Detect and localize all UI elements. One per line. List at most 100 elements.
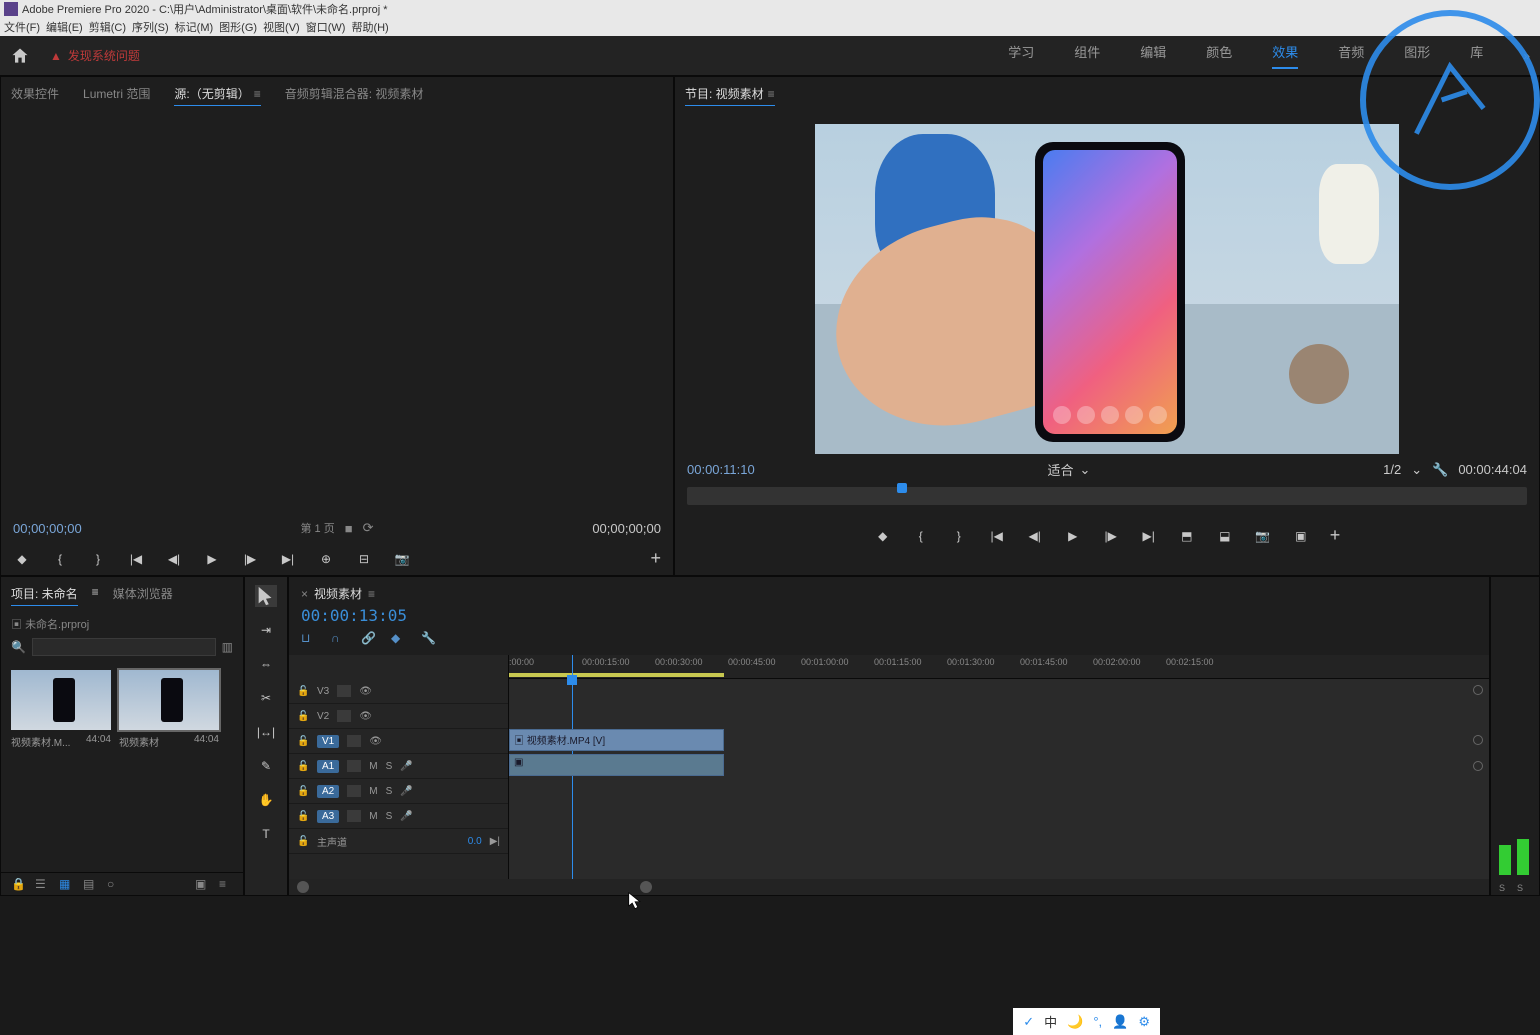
- panel-menu-icon[interactable]: ≡: [92, 585, 99, 606]
- add-marker-icon[interactable]: ◆: [13, 550, 31, 568]
- voiceover-icon[interactable]: 🎤: [400, 761, 412, 772]
- lock-icon[interactable]: 🔓: [297, 811, 309, 822]
- mark-out-icon[interactable]: }: [89, 550, 107, 568]
- toggle-output-icon[interactable]: [337, 685, 351, 697]
- solo-button[interactable]: S: [386, 786, 393, 797]
- settings-icon[interactable]: ≡: [219, 877, 233, 891]
- zoom-slider-icon[interactable]: ○: [107, 877, 121, 891]
- solo-indicator[interactable]: S: [1499, 883, 1505, 893]
- source-timecode-in[interactable]: 00;00;00;00: [13, 521, 82, 536]
- playhead-icon[interactable]: [897, 483, 907, 493]
- freeform-view-icon[interactable]: ▤: [83, 877, 97, 891]
- mute-button[interactable]: M: [369, 761, 377, 772]
- playback-res-dropdown[interactable]: 1/2: [1383, 462, 1401, 477]
- ripple-edit-tool-icon[interactable]: ⇔: [255, 653, 277, 675]
- track-header-a2[interactable]: 🔓A2MS🎤: [289, 779, 508, 804]
- track-header-a1[interactable]: 🔓A1MS🎤: [289, 754, 508, 779]
- ws-assembly[interactable]: 组件: [1074, 42, 1100, 69]
- export-frame-icon[interactable]: 📷: [393, 550, 411, 568]
- ws-graphics[interactable]: 图形: [1404, 42, 1430, 69]
- mute-button[interactable]: M: [369, 786, 377, 797]
- menu-help[interactable]: 帮助(H): [351, 19, 388, 35]
- lock-icon[interactable]: 🔒: [11, 877, 25, 891]
- toggle-output-icon[interactable]: [347, 760, 361, 772]
- track-header-v3[interactable]: 🔓V3👁: [289, 679, 508, 704]
- ws-color[interactable]: 颜色: [1206, 42, 1232, 69]
- new-item-icon[interactable]: ▣: [195, 877, 209, 891]
- ws-effects[interactable]: 效果: [1272, 42, 1298, 69]
- ws-libraries[interactable]: 库: [1470, 42, 1483, 69]
- lock-icon[interactable]: 🔓: [297, 786, 309, 797]
- play-btn-icon[interactable]: ▶|: [490, 836, 500, 847]
- go-to-in-icon[interactable]: |◀: [988, 527, 1006, 545]
- timeline-sequence-name[interactable]: 视频素材: [314, 585, 362, 602]
- workspace-overflow-icon[interactable]: »: [1523, 49, 1530, 63]
- wrench-settings-icon[interactable]: 🔧: [1432, 462, 1448, 478]
- eye-icon[interactable]: 👁: [359, 711, 372, 722]
- panel-menu-icon[interactable]: ≡: [254, 87, 261, 101]
- playhead-handle-icon[interactable]: [567, 675, 577, 685]
- step-back-icon[interactable]: ◀|: [1026, 527, 1044, 545]
- play-icon[interactable]: ▶: [203, 550, 221, 568]
- menu-view[interactable]: 视图(V): [263, 19, 300, 35]
- go-to-in-icon[interactable]: |◀: [127, 550, 145, 568]
- snap-icon[interactable]: ⊔: [301, 631, 317, 647]
- menu-graphics[interactable]: 图形(G): [219, 19, 257, 35]
- eye-icon[interactable]: 👁: [369, 736, 382, 747]
- extract-icon[interactable]: ⬓: [1216, 527, 1234, 545]
- lock-icon[interactable]: 🔓: [297, 736, 309, 747]
- track-header-v1[interactable]: 🔓V1👁: [289, 729, 508, 754]
- list-view-icon[interactable]: ☰: [35, 877, 49, 891]
- track-header-master[interactable]: 🔓主声道0.0▶|: [289, 829, 508, 854]
- source-page-indicator[interactable]: 第 1 页: [301, 520, 335, 536]
- program-monitor[interactable]: [815, 124, 1399, 454]
- mute-button[interactable]: M: [369, 811, 377, 822]
- magnet-icon[interactable]: ∩: [331, 631, 347, 647]
- work-area-bar[interactable]: [509, 673, 724, 677]
- audio-clip[interactable]: ▣: [509, 754, 724, 776]
- ime-moon-icon[interactable]: 🌙: [1067, 1014, 1083, 1030]
- panel-menu-icon[interactable]: ≡: [368, 587, 375, 601]
- markers-icon[interactable]: ◆: [391, 631, 407, 647]
- ws-audio[interactable]: 音频: [1338, 42, 1364, 69]
- lock-icon[interactable]: 🔓: [297, 711, 309, 722]
- video-clip[interactable]: ▣ 视频素材.MP4 [V]: [509, 729, 724, 751]
- menu-edit[interactable]: 编辑(E): [46, 19, 83, 35]
- type-tool-icon[interactable]: T: [255, 823, 277, 845]
- tab-program[interactable]: 节目: 视频素材≡: [685, 85, 775, 106]
- razor-tool-icon[interactable]: ✂: [255, 687, 277, 709]
- tab-media-browser[interactable]: 媒体浏览器: [113, 585, 173, 606]
- menu-sequence[interactable]: 序列(S): [132, 19, 169, 35]
- button-editor-icon[interactable]: +: [650, 548, 661, 569]
- pen-tool-icon[interactable]: ✎: [255, 755, 277, 777]
- chevron-down-icon[interactable]: ⌄: [1079, 462, 1090, 478]
- timeline-tracks[interactable]: :00:00 00:00:15:00 00:00:30:00 00:00:45:…: [509, 655, 1489, 879]
- hand-tool-icon[interactable]: ✋: [255, 789, 277, 811]
- bin-item-clip[interactable]: 视频素材.M...44:04: [11, 670, 111, 862]
- linked-selection-icon[interactable]: 🔗: [361, 631, 377, 647]
- menu-window[interactable]: 窗口(W): [306, 19, 346, 35]
- warning-badge[interactable]: ▲ 发现系统问题: [50, 47, 140, 64]
- toggle-output-icon[interactable]: [347, 810, 361, 822]
- lift-icon[interactable]: ⬒: [1178, 527, 1196, 545]
- lock-icon[interactable]: 🔓: [297, 686, 309, 697]
- program-scrubber[interactable]: [687, 487, 1527, 505]
- voiceover-icon[interactable]: 🎤: [400, 811, 412, 822]
- toggle-output-icon[interactable]: [347, 735, 361, 747]
- tab-source[interactable]: 源:（无剪辑）≡: [174, 85, 260, 106]
- track-header-v2[interactable]: 🔓V2👁: [289, 704, 508, 729]
- slip-tool-icon[interactable]: |↔|: [255, 721, 277, 743]
- ime-toolbar[interactable]: ✓ 中 🌙 °, 👤 ⚙: [1013, 1008, 1160, 1035]
- mark-in-icon[interactable]: {: [912, 527, 930, 545]
- solo-indicator[interactable]: S: [1517, 883, 1523, 893]
- lock-icon[interactable]: 🔓: [297, 761, 309, 772]
- project-search-input[interactable]: [32, 638, 216, 656]
- insert-icon[interactable]: ⊕: [317, 550, 335, 568]
- mark-in-icon[interactable]: {: [51, 550, 69, 568]
- overwrite-icon[interactable]: ⊟: [355, 550, 373, 568]
- panel-menu-icon[interactable]: ≡: [768, 87, 775, 101]
- button-editor-icon[interactable]: +: [1330, 525, 1341, 546]
- selection-tool-icon[interactable]: [255, 585, 277, 607]
- play-icon[interactable]: ▶: [1064, 527, 1082, 545]
- zoom-handle-right[interactable]: [640, 881, 652, 893]
